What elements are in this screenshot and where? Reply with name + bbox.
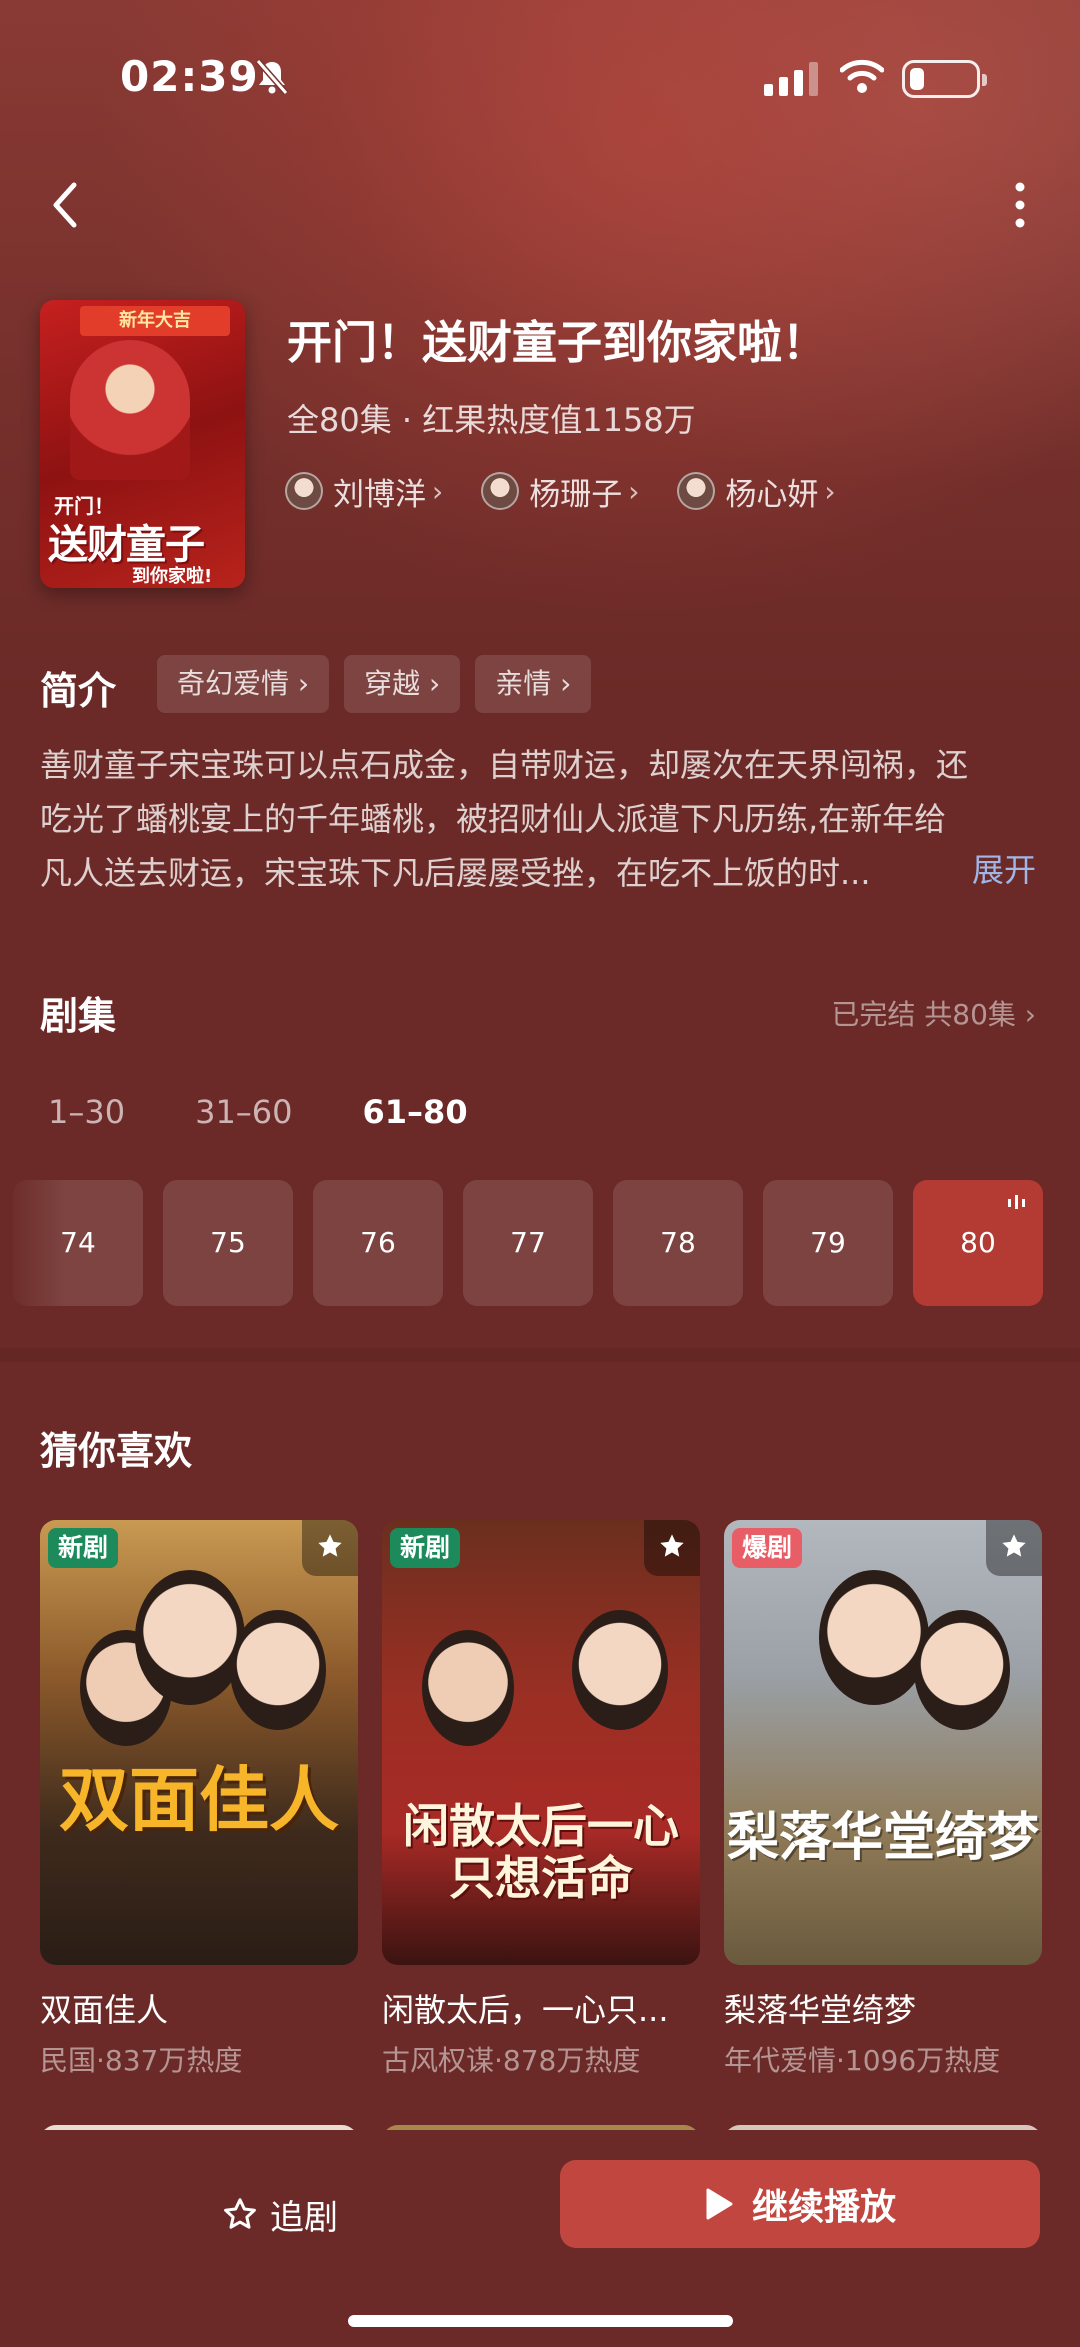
- genre-tag[interactable]: 穿越 ›: [344, 655, 461, 713]
- recommend-meta: 古风权谋·878万热度: [382, 2044, 641, 2077]
- range-tab-active[interactable]: 61–80: [363, 1093, 468, 1131]
- poster-banner: 新年大吉: [80, 306, 230, 336]
- cast-name: 杨心妍: [725, 476, 819, 513]
- cover-art-title: 闲散太后一心只想活命: [403, 1799, 679, 1905]
- recommend-cover[interactable]: 闲散太后一心只想活命 新剧: [382, 1520, 700, 1965]
- cast-item[interactable]: 刘博洋 ›: [285, 468, 443, 514]
- recommend-list: 双面佳人 新剧 双面佳人 民国·837万热度 闲散太后一心只想活命 新剧 闲散太…: [40, 1520, 1066, 2079]
- range-tab[interactable]: 31–60: [195, 1093, 292, 1131]
- chevron-right-icon: ›: [824, 474, 836, 508]
- follow-label: 追剧: [270, 2197, 338, 2238]
- recommend-cover[interactable]: 梨落华堂绮梦 爆剧: [724, 1520, 1042, 1965]
- back-arrow-icon[interactable]: [40, 175, 90, 235]
- recommend-title: 梨落华堂绮梦: [724, 1991, 917, 2029]
- favorite-star-icon[interactable]: [644, 1520, 700, 1576]
- cast-list: 刘博洋 › 杨珊子 › 杨心妍 ›: [285, 468, 874, 514]
- episode-button[interactable]: 78: [613, 1180, 743, 1306]
- recommend-meta: 年代爱情·1096万热度: [724, 2044, 1001, 2077]
- intro-heading: 简介: [40, 669, 117, 713]
- star-outline-icon: [224, 2198, 256, 2229]
- status-time: 02:39: [120, 52, 259, 101]
- cover-art-title: 双面佳人: [59, 1758, 339, 1841]
- playing-bars-icon: [1008, 1195, 1025, 1209]
- new-badge: 新剧: [48, 1528, 119, 1568]
- signal-icon: [764, 62, 818, 96]
- show-meta: 全80集 · 红果热度值1158万: [287, 401, 696, 439]
- expand-link[interactable]: 展开: [972, 845, 1036, 891]
- avatar: [481, 472, 520, 510]
- follow-button[interactable]: 追剧: [222, 2184, 338, 2244]
- poster-figure: [70, 340, 190, 480]
- avatar: [677, 472, 716, 510]
- cast-name: 刘博洋: [333, 476, 426, 513]
- show-poster: 新年大吉 开门！ 送财童子 到你家啦!: [40, 300, 245, 588]
- cast-name: 杨珊子: [529, 476, 623, 513]
- recommend-card[interactable]: 梨落华堂绮梦 爆剧 梨落华堂绮梦 年代爱情·1096万热度: [724, 1520, 1042, 2079]
- recommend-heading: 猜你喜欢: [40, 1429, 193, 1473]
- synopsis-line: 凡人送去财运，宋宝珠下凡后屡屡受挫，在吃不上饭的时...: [40, 854, 871, 892]
- recommend-title: 双面佳人: [40, 1991, 169, 2029]
- episodes-heading: 剧集: [40, 994, 117, 1038]
- recommend-meta: 民国·837万热度: [40, 2044, 243, 2077]
- hot-badge: 爆剧: [732, 1528, 803, 1568]
- episode-button[interactable]: 75: [163, 1180, 293, 1306]
- episode-button-current[interactable]: 80: [913, 1180, 1043, 1306]
- cast-item[interactable]: 杨珊子 ›: [481, 468, 639, 514]
- episodes-status-link[interactable]: 已完结 共80集 ›: [831, 993, 1036, 1033]
- genre-tags: 奇幻爱情 › 穿越 › 亲情 ›: [157, 655, 606, 713]
- episode-list: 74 75 76 77 78 79 80: [13, 1180, 1063, 1306]
- avatar: [285, 472, 323, 510]
- recommend-cover[interactable]: 双面佳人 新剧: [40, 1520, 358, 1965]
- cover-art-title: 梨落华堂绮梦: [726, 1807, 1039, 1868]
- episode-button[interactable]: 77: [463, 1180, 593, 1306]
- continue-play-label: 继续播放: [751, 2187, 896, 2228]
- new-badge: 新剧: [390, 1528, 461, 1568]
- genre-tag[interactable]: 奇幻爱情 ›: [157, 655, 330, 713]
- battery-icon: [902, 60, 987, 98]
- show-title: 开门！送财童子到你家啦！: [287, 316, 828, 369]
- play-icon: [706, 2188, 733, 2220]
- continue-play-button[interactable]: 继续播放: [560, 2160, 1040, 2248]
- chevron-right-icon: ›: [628, 474, 640, 508]
- home-indicator[interactable]: [348, 2315, 733, 2327]
- favorite-star-icon[interactable]: [302, 1520, 358, 1576]
- range-tab[interactable]: 1–30: [48, 1093, 125, 1131]
- wifi-icon: [840, 59, 884, 93]
- recommend-title: 闲散太后，一心只...: [382, 1991, 669, 2029]
- cast-item[interactable]: 杨心妍 ›: [677, 468, 836, 514]
- favorite-star-icon[interactable]: [986, 1520, 1042, 1576]
- genre-tag[interactable]: 亲情 ›: [475, 655, 592, 713]
- episode-button[interactable]: 76: [313, 1180, 443, 1306]
- episode-range-tabs: 1–30 31–60 61–80: [48, 1093, 538, 1131]
- recommend-card[interactable]: 双面佳人 新剧 双面佳人 民国·837万热度: [40, 1520, 358, 2079]
- status-bar: 02:39: [0, 50, 1080, 110]
- more-options-icon[interactable]: [1005, 175, 1035, 235]
- poster-title-line3: 到你家啦!: [132, 566, 213, 587]
- synopsis: 善财童子宋宝珠可以点石成金，自带财运，却屡次在天界闯祸，还 吃光了蟠桃宴上的千年…: [40, 738, 1045, 900]
- synopsis-line: 善财童子宋宝珠可以点石成金，自带财运，却屡次在天界闯祸，还: [40, 746, 969, 784]
- recommend-card[interactable]: 闲散太后一心只想活命 新剧 闲散太后，一心只... 古风权谋·878万热度: [382, 1520, 700, 2079]
- synopsis-line: 吃光了蟠桃宴上的千年蟠桃，被招财仙人派遣下凡历练,在新年给: [40, 800, 947, 838]
- episode-button[interactable]: 79: [763, 1180, 893, 1306]
- episode-button[interactable]: 74: [13, 1180, 143, 1306]
- mute-bell-icon: [255, 59, 289, 95]
- section-divider: [0, 1348, 1080, 1362]
- chevron-right-icon: ›: [432, 474, 444, 508]
